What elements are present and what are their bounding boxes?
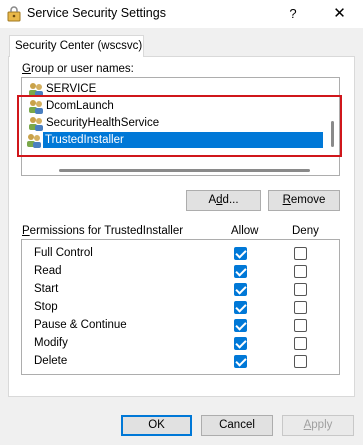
- permissions-table: Full Control Read Start Stop Pause & Con…: [21, 239, 340, 375]
- help-button[interactable]: ?: [270, 0, 316, 28]
- allow-checkbox[interactable]: [234, 337, 247, 350]
- shield-key-icon: [7, 6, 21, 22]
- user-label: SERVICE: [46, 83, 97, 95]
- deny-checkbox[interactable]: [294, 247, 307, 260]
- permission-row: Pause & Continue: [22, 317, 339, 335]
- allow-checkbox[interactable]: [234, 283, 247, 296]
- ok-button[interactable]: OK: [121, 415, 192, 436]
- group-users-label: Group or user names:: [22, 63, 134, 75]
- tab-security-center[interactable]: Security Center (wscsvc): [9, 35, 144, 57]
- highlight-annotation: [17, 95, 342, 157]
- allow-checkbox[interactable]: [234, 301, 247, 314]
- allow-checkbox[interactable]: [234, 355, 247, 368]
- permissions-label: Permissions for TrustedInstaller: [22, 225, 184, 237]
- allow-column-header: Allow: [231, 225, 259, 237]
- window-title: Service Security Settings: [27, 6, 166, 20]
- horizontal-scrollbar-thumb[interactable]: [59, 169, 310, 172]
- cancel-button[interactable]: Cancel: [201, 415, 273, 436]
- remove-button[interactable]: Remove: [268, 190, 340, 211]
- deny-checkbox[interactable]: [294, 265, 307, 278]
- deny-column-header: Deny: [292, 225, 319, 237]
- allow-checkbox[interactable]: [234, 265, 247, 278]
- deny-checkbox[interactable]: [294, 355, 307, 368]
- permission-name: Delete: [34, 355, 68, 367]
- permission-name: Full Control: [34, 247, 93, 259]
- permission-name: Start: [34, 283, 59, 295]
- permission-row: Read: [22, 263, 339, 281]
- permission-name: Pause & Continue: [34, 319, 127, 331]
- permission-row: Start: [22, 281, 339, 299]
- tab-label: Security Center (wscsvc): [15, 40, 143, 52]
- permission-name: Read: [34, 265, 62, 277]
- close-button[interactable]: ✕: [316, 0, 363, 28]
- permission-name: Modify: [34, 337, 68, 349]
- allow-checkbox[interactable]: [234, 247, 247, 260]
- permission-row: Delete: [22, 353, 339, 371]
- deny-checkbox[interactable]: [294, 337, 307, 350]
- deny-checkbox[interactable]: [294, 319, 307, 332]
- apply-button[interactable]: Apply: [282, 415, 354, 436]
- deny-checkbox[interactable]: [294, 301, 307, 314]
- permission-row: Modify: [22, 335, 339, 353]
- permission-name: Stop: [34, 301, 58, 313]
- permission-row: Full Control: [22, 245, 339, 263]
- allow-checkbox[interactable]: [234, 319, 247, 332]
- add-button[interactable]: Add...: [186, 190, 261, 211]
- title-bar: Service Security Settings ? ✕: [0, 0, 363, 28]
- permission-row: Stop: [22, 299, 339, 317]
- deny-checkbox[interactable]: [294, 283, 307, 296]
